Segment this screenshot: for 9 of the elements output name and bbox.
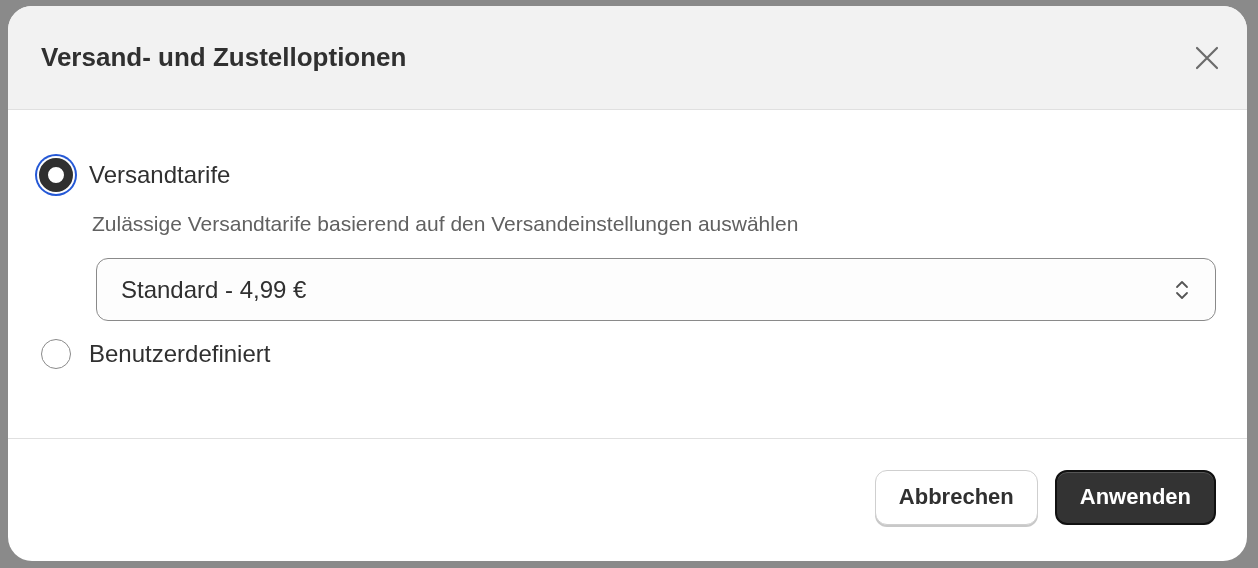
option-label: Benutzerdefiniert (89, 340, 271, 368)
dialog-title: Versand- und Zustelloptionen (41, 42, 407, 73)
option-label: Versandtarife (89, 161, 231, 189)
radio-button[interactable] (41, 339, 71, 369)
rate-select[interactable]: Standard - 4,99 € (96, 258, 1216, 321)
option-description: Zulässige Versandtarife basierend auf den Versandeinstellungen auswählen (92, 212, 800, 236)
close-icon[interactable] (1195, 45, 1219, 70)
apply-button[interactable]: Anwenden (1054, 469, 1216, 525)
cancel-button[interactable]: Abbrechen (874, 469, 1038, 525)
